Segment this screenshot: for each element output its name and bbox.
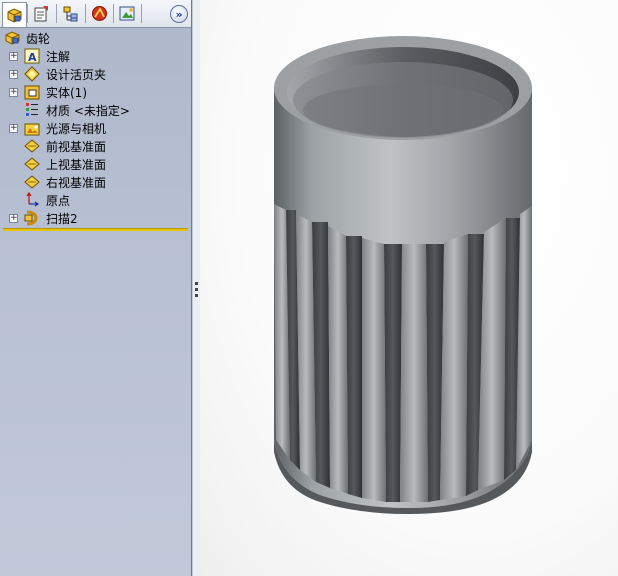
annotations-icon: A (24, 48, 40, 64)
expand-toggle[interactable]: + (9, 87, 18, 97)
tree-item-material[interactable]: 材质 <未指定> (0, 101, 191, 119)
display-manager-tab[interactable] (116, 3, 139, 24)
tree-item-lights-cameras[interactable]: + 光源与相机 (0, 119, 191, 137)
material-icon (26, 103, 38, 116)
splitter-grip (195, 294, 198, 297)
expand-toggle[interactable]: + (9, 213, 18, 223)
display-manager-icon (119, 6, 135, 21)
tree-item-label: 前视基准面 (46, 139, 107, 154)
plane-icon (24, 175, 40, 189)
origin-icon (26, 192, 40, 207)
tree-item-annotations[interactable]: + A 注解 (0, 47, 191, 65)
tree-item-label: 光源与相机 (46, 121, 107, 136)
tree-item-label: 原点 (46, 193, 71, 208)
expand-toggle[interactable]: + (9, 69, 18, 79)
tree-root-part[interactable]: 齿轮 (0, 29, 191, 47)
tree-item-solid-bodies[interactable]: + 实体(1) (0, 83, 191, 101)
tree-item-top-plane[interactable]: 上视基准面 (0, 155, 191, 173)
configuration-manager-icon (63, 6, 78, 22)
expand-toggle[interactable]: + (9, 51, 18, 61)
splitter-grip (195, 288, 198, 291)
plane-icon (24, 139, 40, 153)
tree-item-label: 材质 <未指定> (46, 103, 130, 118)
feature-manager-tab[interactable] (2, 2, 27, 27)
panel-tab-bar: » (0, 0, 191, 28)
tree-item-right-plane[interactable]: 右视基准面 (0, 173, 191, 191)
property-manager-tab[interactable] (30, 3, 53, 24)
plane-icon (24, 157, 40, 171)
feature-manager-icon (7, 7, 22, 23)
tree-item-label: 扫描2 (46, 211, 78, 226)
tree-item-front-plane[interactable]: 前视基准面 (0, 137, 191, 155)
tree-item-label: 上视基准面 (46, 157, 107, 172)
tree-item-origin[interactable]: 原点 (0, 191, 191, 209)
tree-item-label: 实体(1) (46, 85, 87, 100)
graphics-area[interactable] (200, 0, 618, 576)
svg-text:A: A (28, 51, 37, 64)
feature-tree: 齿轮 + A 注解 + 设计活页夹 + 实体(1) 材质 <未指定> + 光源与… (0, 29, 191, 229)
design-binder-icon (24, 66, 40, 82)
tree-item-label: 注解 (46, 49, 71, 64)
expand-toggle[interactable]: + (9, 123, 18, 133)
tree-item-sweep[interactable]: + 扫描2 (0, 209, 191, 227)
solid-bodies-icon (24, 85, 40, 100)
lights-cameras-icon (24, 123, 40, 136)
tree-item-design-binder[interactable]: + 设计活页夹 (0, 65, 191, 83)
rollback-bar[interactable] (3, 228, 188, 231)
configuration-manager-tab[interactable] (59, 3, 82, 24)
tree-root-label: 齿轮 (26, 31, 51, 46)
sweep-feature-icon (24, 210, 38, 226)
property-manager-icon (34, 6, 48, 22)
tree-item-label: 设计活页夹 (46, 67, 107, 82)
expand-panel-button[interactable]: » (170, 5, 188, 23)
splitter-grip (195, 282, 198, 285)
dimxpert-tab[interactable] (88, 3, 111, 24)
gear-part-model (274, 36, 532, 514)
tree-item-label: 右视基准面 (46, 175, 107, 190)
part-icon (5, 31, 20, 45)
feature-manager-panel: » 齿轮 + A 注解 + 设计活页夹 + 实体(1) 材质 <未指定> + 光… (0, 0, 192, 576)
dimxpert-icon (92, 6, 107, 21)
